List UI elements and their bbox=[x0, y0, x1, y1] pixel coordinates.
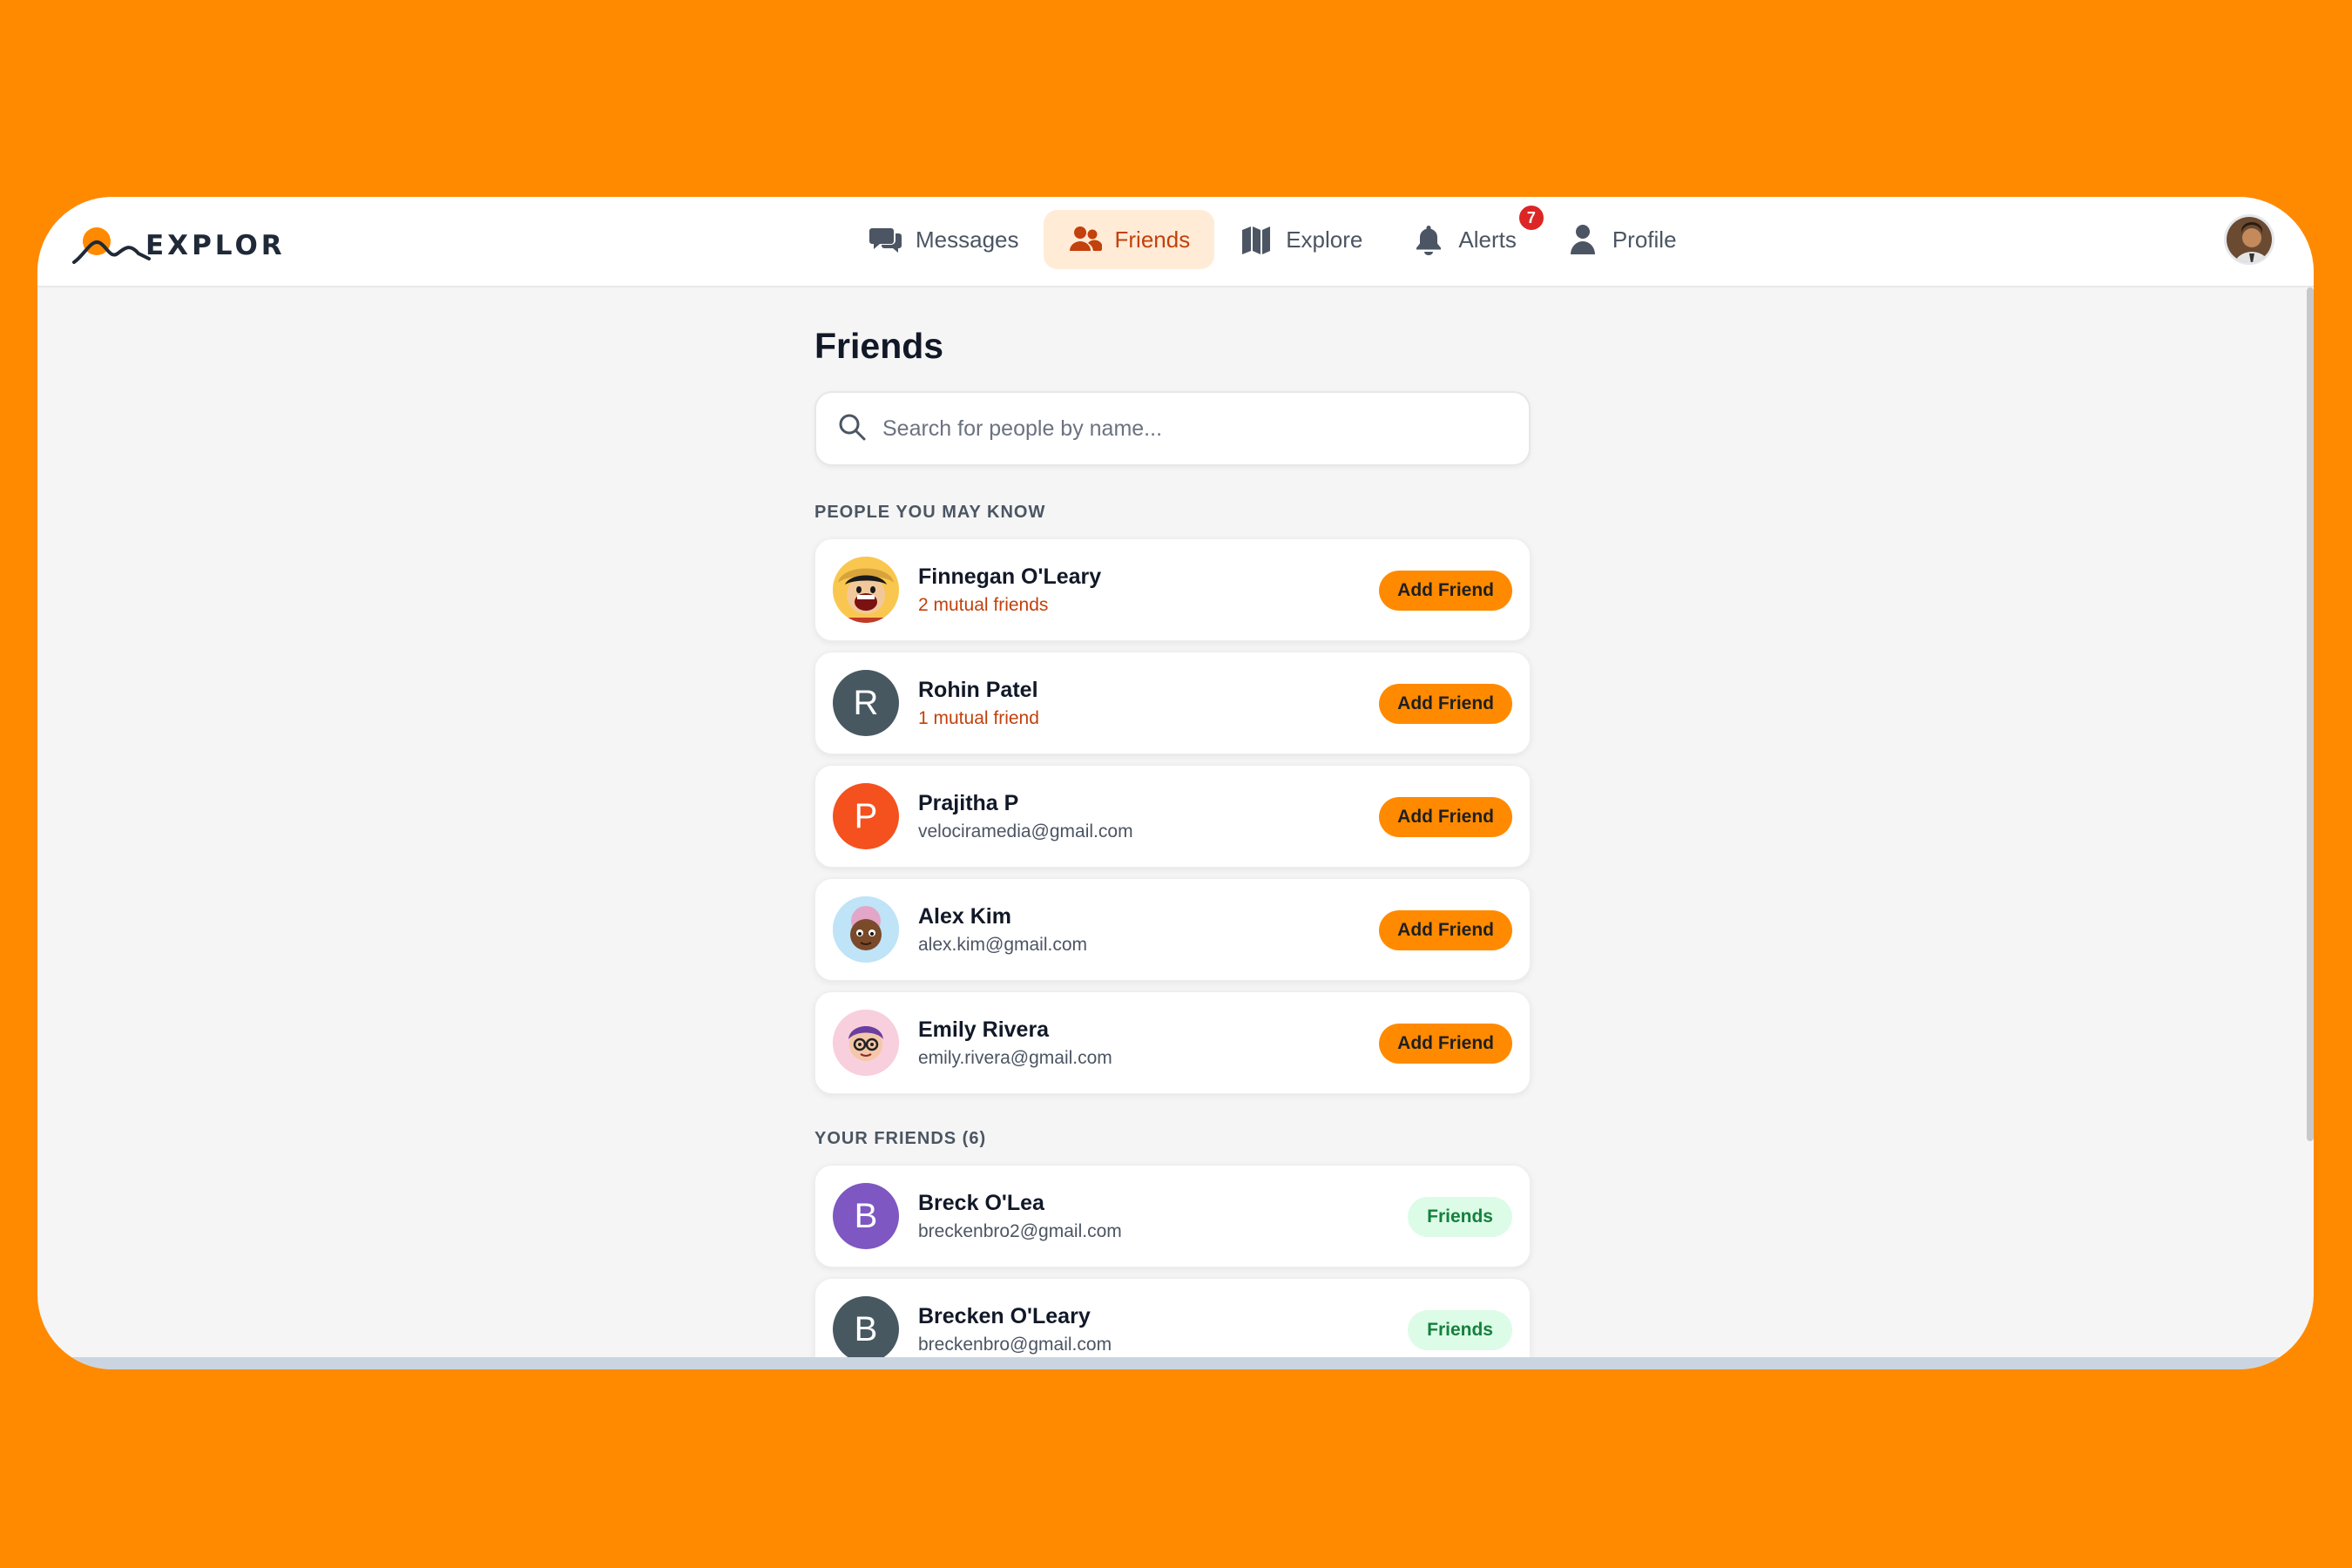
add-friend-button[interactable]: Add Friend bbox=[1379, 910, 1512, 950]
top-navigation-bar: EXPLOR Messages Friends Explore Alerts 7… bbox=[37, 197, 2314, 287]
avatar-initial: P bbox=[854, 796, 878, 835]
avatar-initial: R bbox=[853, 683, 879, 722]
friends-status-badge: Friends bbox=[1408, 1310, 1512, 1350]
person-email: velociramedia@gmail.com bbox=[918, 821, 1133, 841]
nav-explore-label: Explore bbox=[1286, 226, 1363, 253]
users-icon bbox=[1068, 222, 1103, 257]
nav-messages[interactable]: Messages bbox=[844, 210, 1044, 269]
avatar: B bbox=[833, 1296, 899, 1362]
avatar-initial: B bbox=[854, 1196, 878, 1235]
suggestion-card: R Rohin Patel 1 mutual friend Add Friend bbox=[814, 652, 1531, 754]
avatar: P bbox=[833, 783, 899, 849]
page-title: Friends bbox=[814, 326, 944, 366]
horizontal-scrollbar[interactable] bbox=[37, 1357, 2314, 1369]
add-friend-button[interactable]: Add Friend bbox=[1379, 684, 1512, 724]
avatar bbox=[833, 557, 899, 623]
friends-status-badge: Friends bbox=[1408, 1197, 1512, 1237]
nav-explore[interactable]: Explore bbox=[1214, 210, 1387, 269]
chat-icon bbox=[868, 222, 903, 257]
add-friend-button[interactable]: Add Friend bbox=[1379, 571, 1512, 611]
map-icon bbox=[1239, 222, 1274, 257]
suggestions-section-label: PEOPLE YOU MAY KNOW bbox=[814, 503, 1046, 522]
logo[interactable]: EXPLOR bbox=[72, 218, 286, 270]
person-email: breckenbro2@gmail.com bbox=[918, 1220, 1122, 1241]
nav-profile-label: Profile bbox=[1612, 226, 1677, 253]
person-name: Finnegan O'Leary bbox=[918, 564, 1102, 589]
avatar bbox=[833, 896, 899, 963]
scrollbar[interactable] bbox=[2307, 287, 2314, 1141]
person-email: breckenbro@gmail.com bbox=[918, 1334, 1112, 1355]
suggestion-card: Emily Rivera emily.rivera@gmail.com Add … bbox=[814, 991, 1531, 1094]
mutual-friends-count[interactable]: 2 mutual friends bbox=[918, 595, 1101, 616]
nav-alerts[interactable]: Alerts 7 bbox=[1387, 203, 1546, 269]
friend-card[interactable]: B Brecken O'Leary breckenbro@gmail.com F… bbox=[814, 1278, 1531, 1369]
person-email: alex.kim@gmail.com bbox=[918, 934, 1088, 955]
suggestions-list: Finnegan O'Leary 2 mutual friends Add Fr… bbox=[814, 538, 1531, 1094]
suggestion-card: Finnegan O'Leary 2 mutual friends Add Fr… bbox=[814, 538, 1531, 641]
add-friend-button[interactable]: Add Friend bbox=[1379, 1024, 1512, 1064]
friends-page: Friends PEOPLE YOU MAY KNOW bbox=[814, 287, 1531, 1369]
person-name: Emily Rivera bbox=[918, 1017, 1050, 1042]
person-email: emily.rivera@gmail.com bbox=[918, 1047, 1112, 1068]
person-name: Prajitha P bbox=[918, 790, 1019, 815]
friends-list: B Breck O'Lea breckenbro2@gmail.com Frie… bbox=[814, 1165, 1531, 1369]
avatar bbox=[833, 1010, 899, 1076]
person-name: Rohin Patel bbox=[918, 677, 1038, 702]
person-name: Brecken O'Leary bbox=[918, 1303, 1091, 1328]
person-name: Alex Kim bbox=[918, 903, 1011, 929]
search-box[interactable] bbox=[814, 391, 1531, 466]
nav-messages-label: Messages bbox=[916, 226, 1019, 253]
person-name: Breck O'Lea bbox=[918, 1190, 1044, 1215]
mountain-sun-icon bbox=[72, 227, 151, 264]
avatar-initial: B bbox=[854, 1309, 878, 1348]
current-user-avatar[interactable] bbox=[2224, 214, 2274, 265]
friends-section-label: YOUR FRIENDS (6) bbox=[814, 1129, 987, 1148]
avatar: R bbox=[833, 670, 899, 736]
add-friend-button[interactable]: Add Friend bbox=[1379, 797, 1512, 837]
nav-friends[interactable]: Friends bbox=[1043, 210, 1215, 269]
nav-friends-label: Friends bbox=[1114, 226, 1191, 253]
friend-card[interactable]: B Breck O'Lea breckenbro2@gmail.com Frie… bbox=[814, 1165, 1531, 1267]
search-input[interactable] bbox=[882, 416, 1475, 442]
logo-text: EXPLOR bbox=[145, 230, 286, 261]
bell-icon bbox=[1411, 222, 1446, 257]
suggestion-card: Alex Kim alex.kim@gmail.com Add Friend bbox=[814, 878, 1531, 981]
main-nav: Messages Friends Explore Alerts 7 Profil… bbox=[844, 203, 1701, 270]
search-icon bbox=[837, 412, 867, 446]
nav-alerts-label: Alerts bbox=[1458, 226, 1517, 253]
mutual-friends-count[interactable]: 1 mutual friend bbox=[918, 708, 1039, 729]
app-window: EXPLOR Messages Friends Explore Alerts 7… bbox=[37, 197, 2314, 1369]
nav-profile[interactable]: Profile bbox=[1541, 210, 1701, 269]
avatar: B bbox=[833, 1183, 899, 1249]
suggestion-card: P Prajitha P velociramedia@gmail.com Add… bbox=[814, 765, 1531, 868]
user-icon bbox=[1565, 222, 1600, 257]
